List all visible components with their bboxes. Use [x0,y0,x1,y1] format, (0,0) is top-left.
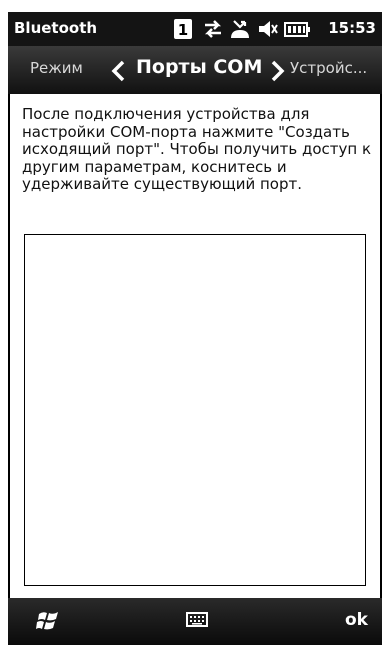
keyboard-icon[interactable] [186,610,208,632]
app-window: Bluetooth 1 15:53 Режим Порты COM Устрой… [0,0,390,645]
volume-muted-icon [257,18,279,44]
content-area: После подключения устройства для настрой… [8,94,382,598]
tab-devices[interactable]: Устройс... [290,59,367,77]
ok-button[interactable]: ok [345,610,368,630]
chevron-left-icon[interactable] [110,60,126,86]
bottom-bar: ok [8,598,382,645]
clock: 15:53 [328,19,376,37]
missed-call-icon [229,18,251,44]
com-ports-list[interactable] [24,234,366,586]
status-bar: Bluetooth 1 15:53 [8,12,382,46]
instructions-text: После подключения устройства для настрой… [22,105,372,193]
tab-mode[interactable]: Режим [30,59,83,77]
battery-icon [284,18,310,44]
pivot-header: Режим Порты COM Устройс... [8,46,382,94]
chevron-right-icon[interactable] [270,60,286,86]
sim-1-icon: 1 [173,18,193,44]
tab-com-ports[interactable]: Порты COM [136,56,262,78]
sim-1-label: 1 [178,21,188,39]
windows-start-icon[interactable] [36,608,62,638]
data-transfer-icon [202,18,224,44]
app-title: Bluetooth [14,19,98,37]
